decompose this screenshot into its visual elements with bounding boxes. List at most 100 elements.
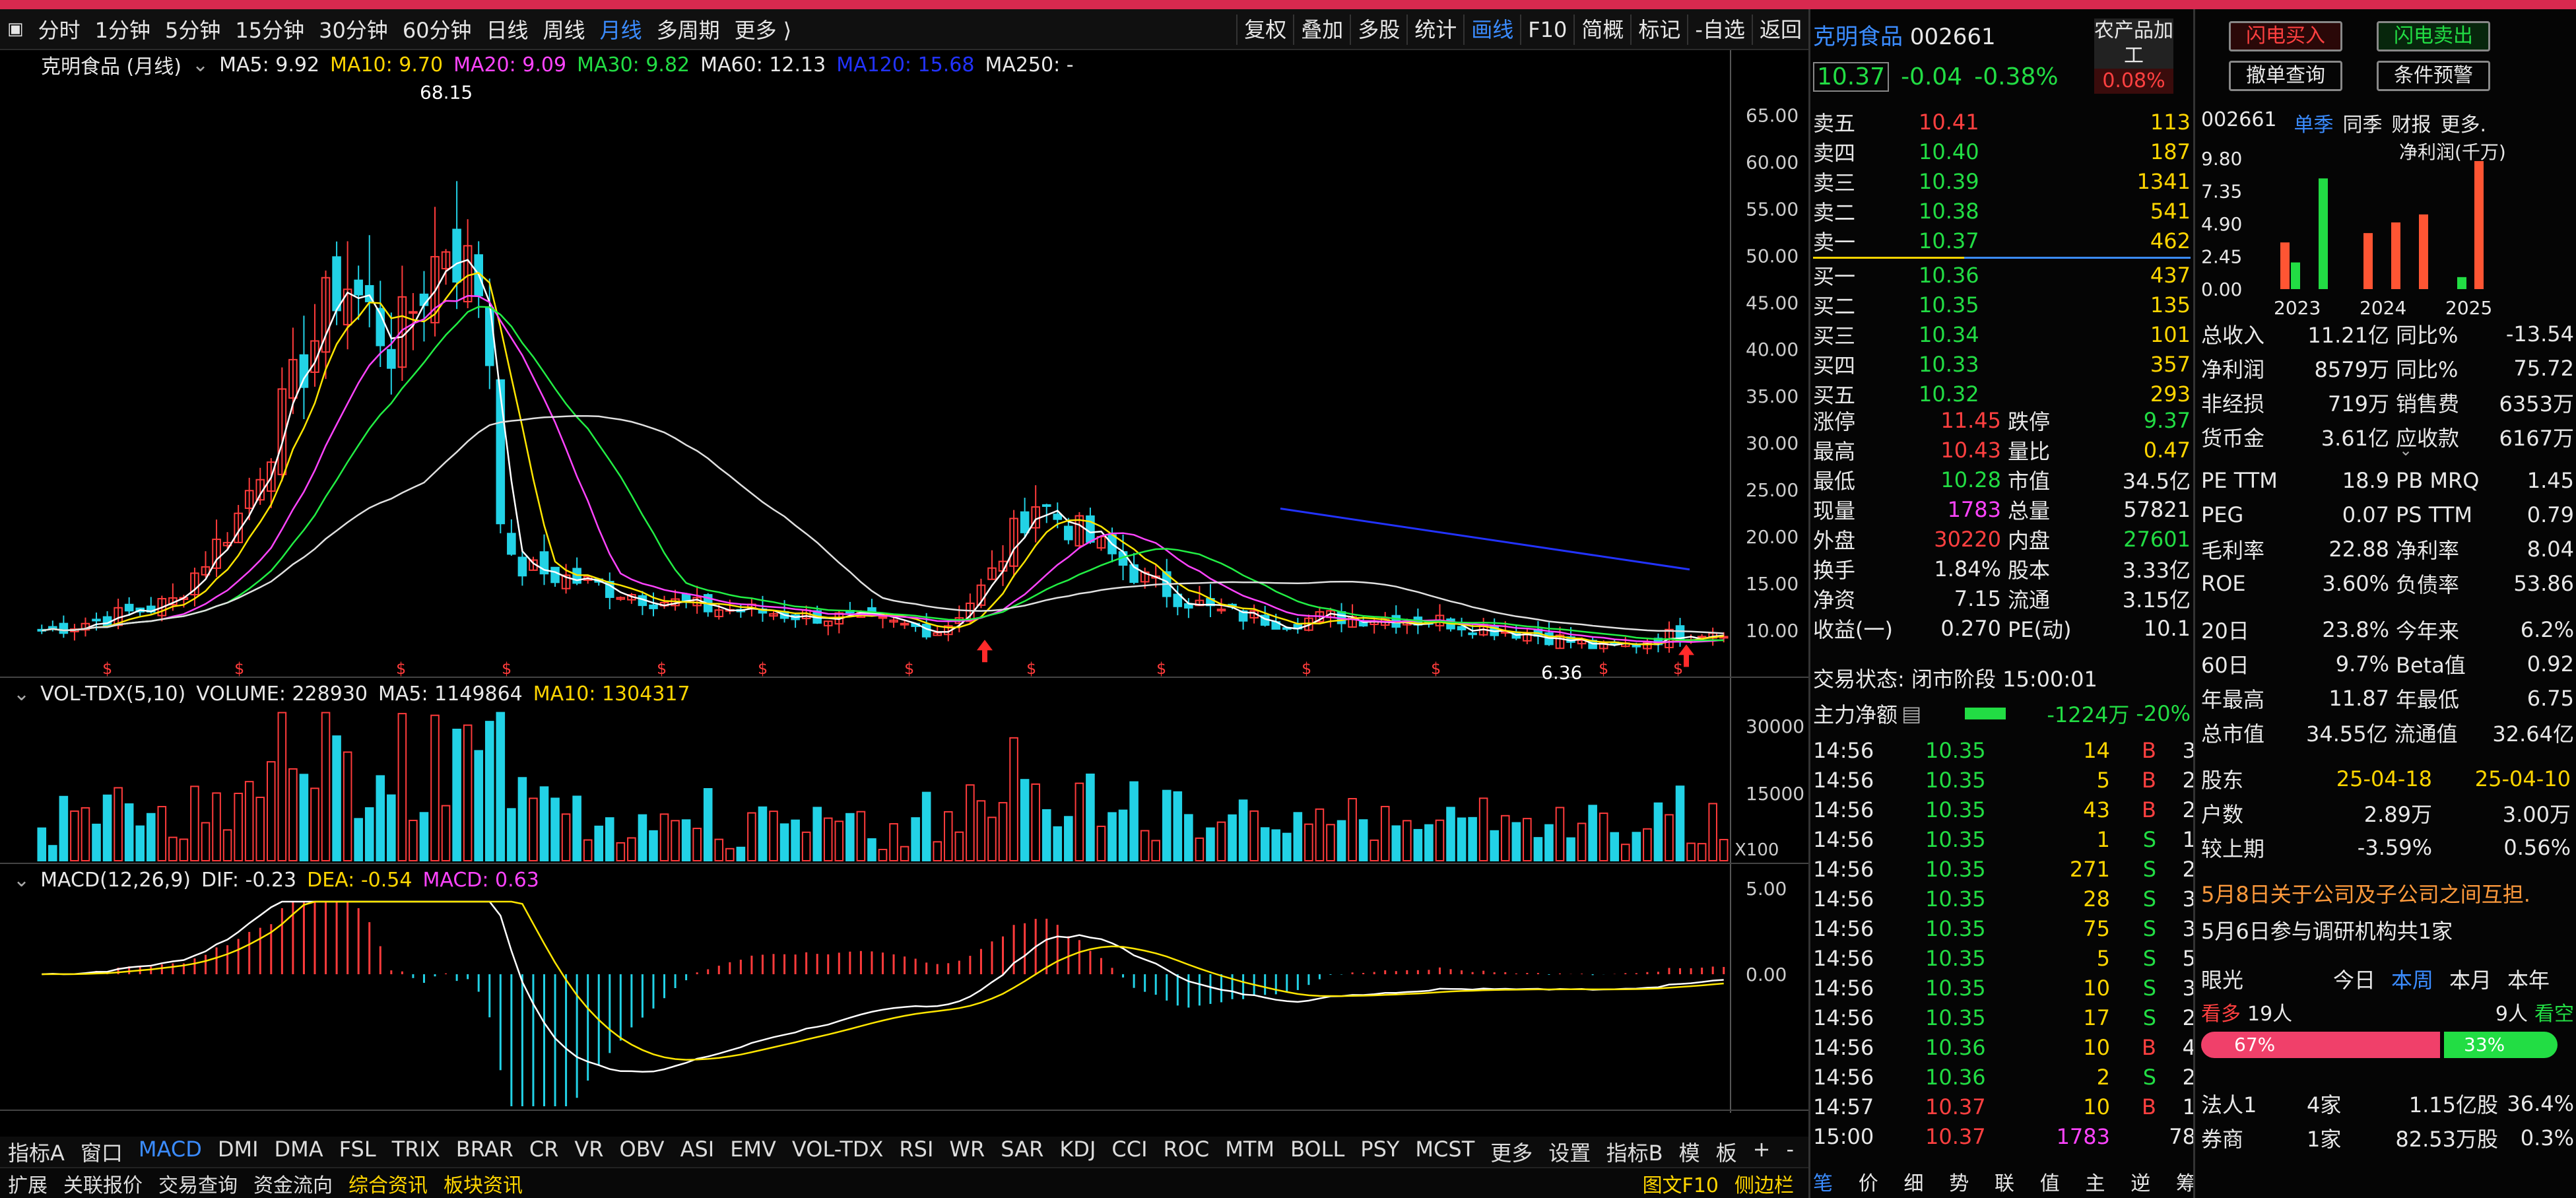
table-icon[interactable]: ▤ bbox=[1901, 701, 1921, 726]
tick-tab[interactable]: 细 bbox=[1904, 1167, 1924, 1196]
order-level[interactable]: 卖四 10.40 187 bbox=[1813, 137, 2191, 166]
indicator-right-button[interactable]: 板 bbox=[1708, 1137, 1745, 1167]
indicator-tab[interactable]: OBV bbox=[612, 1137, 673, 1167]
tick-tab[interactable]: 逆 bbox=[2130, 1167, 2150, 1196]
news-item[interactable]: 5月6日参与调研机构共1家 bbox=[2201, 915, 2574, 952]
fin-tab[interactable]: 同季 bbox=[2343, 108, 2383, 137]
bottom-right-tab[interactable]: 图文F10 bbox=[1635, 1169, 1727, 1198]
conditional-alert-button[interactable]: 条件预警 bbox=[2377, 61, 2490, 91]
sector-box[interactable]: 农产品加工 0.08% bbox=[2094, 18, 2173, 94]
indicator-tab[interactable]: EMV bbox=[722, 1137, 784, 1167]
toolbar-button[interactable]: 返回 bbox=[1751, 15, 1808, 45]
tick-tab[interactable]: 势 bbox=[1949, 1167, 1969, 1196]
indicator-tab[interactable]: MCST bbox=[1407, 1137, 1482, 1167]
indicator-tab[interactable]: CCI bbox=[1104, 1137, 1155, 1167]
toolbar-button[interactable]: F10 bbox=[1520, 15, 1573, 45]
order-level[interactable]: 买二 10.35 135 bbox=[1813, 290, 2191, 319]
period-tab[interactable]: 多周期 bbox=[649, 14, 727, 44]
news-item[interactable]: 5月8日关于公司及子公司之间互担. bbox=[2201, 878, 2574, 915]
bottom-tab[interactable]: 综合资讯 bbox=[341, 1169, 436, 1198]
institution-row: 法人1 4家 1.15亿股 36.4% bbox=[2201, 1086, 2574, 1121]
period-tab[interactable]: 60分钟 bbox=[395, 14, 479, 44]
expand-icon[interactable]: ⌄ bbox=[2399, 441, 2412, 459]
toolbar-button[interactable]: -自选 bbox=[1687, 15, 1752, 45]
period-tab[interactable]: 更多 ⟩ bbox=[727, 14, 799, 44]
eye-tab[interactable]: 本月 bbox=[2449, 964, 2492, 994]
indicator-tab[interactable]: CR bbox=[521, 1137, 567, 1167]
indicator-tab[interactable]: DMI bbox=[210, 1137, 267, 1167]
indicator-tab[interactable]: BOLL bbox=[1282, 1137, 1352, 1167]
toolbar-button[interactable]: 画线 bbox=[1463, 15, 1520, 45]
eye-tab[interactable]: 本年 bbox=[2507, 964, 2550, 994]
indicator-right-button[interactable]: 模 bbox=[1671, 1137, 1708, 1167]
period-tab[interactable]: 分时 bbox=[31, 14, 88, 44]
eye-tab[interactable]: 今日 bbox=[2333, 964, 2375, 994]
tick-tab[interactable]: 主 bbox=[2086, 1167, 2105, 1196]
indicator-tab[interactable]: 窗口 bbox=[73, 1137, 131, 1167]
indicator-tab[interactable]: MTM bbox=[1217, 1137, 1282, 1167]
indicator-tab[interactable]: BRAR bbox=[448, 1137, 521, 1167]
order-level[interactable]: 买一 10.36 437 bbox=[1813, 260, 2191, 290]
indicator-tab[interactable]: DMA bbox=[267, 1137, 331, 1167]
tick-tab[interactable]: 价 bbox=[1859, 1167, 1878, 1196]
period-tab[interactable]: 15分钟 bbox=[228, 14, 312, 44]
indicator-tab[interactable]: RSI bbox=[891, 1137, 941, 1167]
dropdown-icon[interactable]: ⌄ bbox=[13, 869, 30, 892]
fin-tab[interactable]: 更多. bbox=[2441, 108, 2487, 137]
toolbar-button[interactable]: 标记 bbox=[1630, 15, 1687, 45]
dropdown-icon[interactable]: ⌄ bbox=[13, 682, 30, 706]
eye-tab[interactable]: 本周 bbox=[2391, 964, 2433, 994]
order-level[interactable]: 买四 10.33 357 bbox=[1813, 349, 2191, 379]
indicator-tab[interactable]: PSY bbox=[1352, 1137, 1407, 1167]
tick-tab[interactable]: 值 bbox=[2040, 1167, 2060, 1196]
period-tab[interactable]: 30分钟 bbox=[312, 14, 395, 44]
flash-buy-button[interactable]: 闪电买入 bbox=[2229, 21, 2342, 51]
bottom-right-tab[interactable]: 侧边栏 bbox=[1727, 1169, 1802, 1198]
bottom-tab[interactable]: 关联报价 bbox=[55, 1169, 150, 1198]
bottom-tab[interactable]: 交易查询 bbox=[150, 1169, 246, 1198]
bottom-tab[interactable]: 扩展 bbox=[0, 1169, 55, 1198]
toolbar-button[interactable]: 复权 bbox=[1236, 15, 1293, 45]
period-tab[interactable]: 日线 bbox=[479, 14, 536, 44]
period-tab[interactable]: 1分钟 bbox=[88, 14, 158, 44]
bottom-tab[interactable]: 资金流向 bbox=[246, 1169, 341, 1198]
menu-icon[interactable]: ▣ bbox=[0, 19, 31, 39]
indicator-tab[interactable]: FSL bbox=[331, 1137, 384, 1167]
fin-tab[interactable]: 单季 bbox=[2294, 108, 2334, 137]
tick-tab[interactable]: 联 bbox=[1995, 1167, 2014, 1196]
indicator-tab[interactable]: 更多 bbox=[1482, 1137, 1540, 1167]
toolbar-button[interactable]: 简概 bbox=[1573, 15, 1630, 45]
indicator-tab[interactable]: ASI bbox=[673, 1137, 723, 1167]
indicator-tab[interactable]: VR bbox=[566, 1137, 611, 1167]
bottom-tab[interactable]: 板块资讯 bbox=[436, 1169, 531, 1198]
order-level[interactable]: 卖三 10.39 1341 bbox=[1813, 166, 2191, 196]
indicator-tab[interactable]: WR bbox=[941, 1137, 993, 1167]
toolbar-button[interactable]: 叠加 bbox=[1293, 15, 1350, 45]
indicator-right-button[interactable]: + bbox=[1745, 1137, 1779, 1167]
order-level[interactable]: 买三 10.34 101 bbox=[1813, 319, 2191, 349]
indicator-tab[interactable]: MACD bbox=[131, 1137, 210, 1167]
fin-tab[interactable]: 财报 bbox=[2392, 108, 2431, 137]
indicator-tab[interactable]: TRIX bbox=[384, 1137, 448, 1167]
indicator-tab[interactable]: ROC bbox=[1156, 1137, 1218, 1167]
cancel-query-button[interactable]: 撤单查询 bbox=[2229, 61, 2342, 91]
indicator-right-button[interactable]: - bbox=[1778, 1137, 1802, 1167]
indicator-right-button[interactable]: 指标B bbox=[1599, 1137, 1671, 1167]
kline-chart-area[interactable]: 克明食品 (月线) ⌄ MA5: 9.92 MA10: 9.70 MA20: 9… bbox=[0, 50, 1808, 1113]
order-level[interactable]: 卖一 10.37 462 bbox=[1813, 226, 2191, 255]
indicator-tab[interactable]: 指标A bbox=[0, 1137, 73, 1167]
indicator-tab[interactable]: SAR bbox=[993, 1137, 1051, 1167]
order-level[interactable]: 卖二 10.38 541 bbox=[1813, 196, 2191, 226]
order-level[interactable]: 卖五 10.41 113 bbox=[1813, 107, 2191, 137]
period-tab[interactable]: 5分钟 bbox=[158, 14, 228, 44]
indicator-tab[interactable]: 设置 bbox=[1540, 1137, 1599, 1167]
toolbar-button[interactable]: 统计 bbox=[1406, 15, 1463, 45]
order-level[interactable]: 买五 10.32 293 bbox=[1813, 379, 2191, 409]
period-tab[interactable]: 月线 bbox=[593, 14, 649, 44]
tick-tab[interactable]: 笔 bbox=[1813, 1167, 1833, 1196]
flash-sell-button[interactable]: 闪电卖出 bbox=[2377, 21, 2490, 51]
toolbar-button[interactable]: 多股 bbox=[1350, 15, 1406, 45]
period-tab[interactable]: 周线 bbox=[536, 14, 593, 44]
indicator-tab[interactable]: VOL-TDX bbox=[784, 1137, 892, 1167]
indicator-tab[interactable]: KDJ bbox=[1051, 1137, 1104, 1167]
